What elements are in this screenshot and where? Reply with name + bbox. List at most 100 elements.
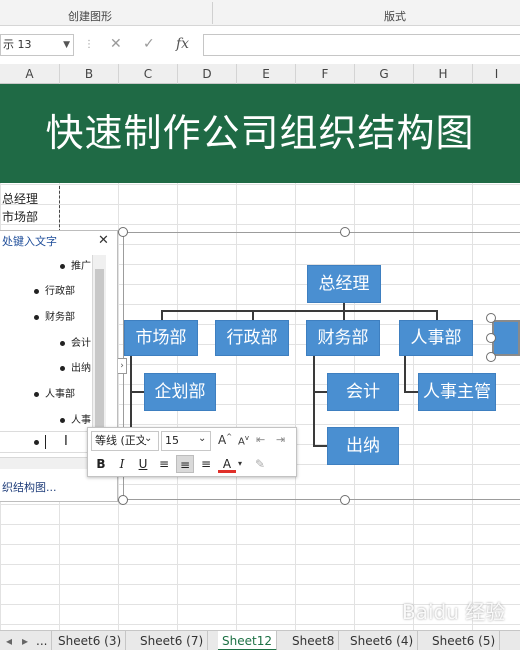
text-pane-item[interactable]: 行政部 (34, 282, 75, 297)
text-caret (45, 435, 46, 449)
cancel-icon[interactable]: ✕ (110, 36, 122, 52)
resize-handle-top[interactable] (340, 227, 350, 237)
chevron-down-icon[interactable]: ▼ (63, 35, 70, 55)
connector-admin (252, 310, 254, 320)
org-node-new-selected[interactable] (492, 320, 520, 356)
org-node-marketing[interactable]: 市场部 (124, 320, 198, 356)
connector-finance-branch (313, 356, 315, 446)
column-header-i[interactable]: I (472, 64, 520, 84)
connector-cashier (313, 445, 327, 447)
baidu-watermark: Baidu 经验 (402, 600, 506, 624)
format-painter-icon[interactable]: ✎ (251, 455, 269, 473)
tab-nav-more[interactable]: ... (32, 631, 53, 650)
connector-accounting (313, 391, 327, 393)
tab-sheet6-4[interactable]: Sheet6 (4) (346, 631, 419, 650)
text-pane-title: 处键入文字 (2, 235, 57, 248)
bullet-icon (34, 288, 39, 294)
org-node-accounting[interactable]: 会计 (327, 373, 399, 411)
bullet-icon (60, 365, 65, 371)
chevron-down-icon[interactable]: ⌄ (144, 433, 153, 444)
font-color-button[interactable]: A (218, 455, 236, 473)
mini-format-toolbar: 等线 (正文 ⌄ 15 ⌄ A^ Av ⇤ ⇥ B I U ≡ ≡ ≡ A ▾ … (87, 427, 297, 477)
italic-button[interactable]: I (113, 455, 131, 473)
text-pane-item[interactable]: 人事部 (34, 385, 75, 400)
org-node-finance[interactable]: 财务部 (306, 320, 380, 356)
org-node-hr[interactable]: 人事部 (399, 320, 473, 356)
ribbon-strip: 创建图形 版式 (0, 0, 520, 26)
ribbon-group-layout[interactable]: 版式 (384, 8, 406, 24)
org-node-cashier[interactable]: 出纳 (327, 427, 399, 465)
node-handle-mid[interactable] (486, 333, 496, 343)
ibeam-cursor-icon: Ⅰ (64, 434, 68, 449)
tab-sheet6-3[interactable]: Sheet6 (3) (54, 631, 127, 650)
bullet-icon (60, 340, 65, 346)
formula-input[interactable] (203, 34, 520, 56)
resize-handle-bottom-left[interactable] (118, 495, 128, 505)
connector-hr-branch (404, 356, 406, 392)
column-header-h[interactable]: H (413, 64, 472, 84)
more-options-icon: ⋮ (84, 39, 94, 50)
text-pane-link[interactable]: 织结构图... (2, 479, 57, 495)
cell-a-general-manager[interactable]: 总经理 (2, 190, 38, 207)
connector-hr (436, 310, 438, 320)
org-node-general-manager[interactable]: 总经理 (307, 265, 381, 303)
connector-market-branch (130, 356, 132, 434)
align-left-icon[interactable]: ≡ (155, 455, 173, 473)
ribbon-group-create-graphic[interactable]: 创建图形 (68, 8, 112, 24)
text-pane-item[interactable]: 人事 (60, 411, 91, 426)
align-center-icon[interactable]: ≡ (176, 455, 194, 473)
connector-planning (130, 391, 144, 393)
decrease-indent-icon[interactable]: ⇤ (256, 433, 265, 446)
org-node-admin[interactable]: 行政部 (215, 320, 289, 356)
text-pane-item[interactable]: 推广 (60, 257, 91, 272)
tab-sheet8[interactable]: Sheet8 (288, 631, 340, 650)
align-right-icon[interactable]: ≡ (197, 455, 215, 473)
resize-handle-bottom[interactable] (340, 495, 350, 505)
org-node-hr-manager[interactable]: 人事主管 (418, 373, 496, 411)
column-header-g[interactable]: G (354, 64, 413, 84)
shrink-font-icon[interactable]: Av (238, 434, 249, 447)
column-header-c[interactable]: C (118, 64, 177, 84)
resize-handle-top-left[interactable] (118, 227, 128, 237)
tab-sheet6-7[interactable]: Sheet6 (7) (136, 631, 209, 650)
text-pane-item[interactable]: 出纳 (60, 359, 91, 374)
title-banner: 快速制作公司组织结构图 (0, 84, 520, 183)
chevron-down-icon[interactable]: ▾ (238, 459, 242, 468)
tab-scroll-right-icon[interactable]: ▸ (18, 631, 32, 650)
text-pane-active-row[interactable]: Ⅰ (0, 431, 92, 453)
node-handle-bottom[interactable] (486, 352, 496, 362)
text-pane-item[interactable]: 财务部 (34, 308, 75, 323)
node-handle-top[interactable] (486, 313, 496, 323)
scrollbar-thumb[interactable] (95, 269, 104, 449)
expand-text-pane-icon[interactable]: › (117, 358, 127, 374)
tab-sheet6-5[interactable]: Sheet6 (5) (428, 631, 501, 650)
increase-indent-icon[interactable]: ⇥ (276, 433, 285, 446)
text-pane-item[interactable]: 会计 (60, 334, 91, 349)
bullet-icon (60, 417, 65, 423)
column-header-d[interactable]: D (177, 64, 236, 84)
close-icon[interactable]: ✕ (98, 233, 109, 248)
enter-check-icon[interactable]: ✓ (143, 36, 155, 52)
name-box[interactable]: 示 13 ▼ (0, 34, 74, 56)
formula-bar: 示 13 ▼ ⋮ ✕ ✓ fx (0, 32, 520, 58)
underline-button[interactable]: U (134, 455, 152, 473)
bullet-icon (34, 314, 39, 320)
bold-button[interactable]: B (92, 455, 110, 473)
column-header-a[interactable]: A (0, 64, 59, 84)
insert-function-icon[interactable]: fx (176, 36, 189, 52)
bullet-icon (60, 263, 65, 269)
ribbon-divider (212, 2, 213, 24)
cell-a-marketing[interactable]: 市场部 (2, 208, 38, 225)
column-header-f[interactable]: F (295, 64, 354, 84)
org-node-planning[interactable]: 企划部 (144, 373, 216, 411)
column-headers: A B C D E F G H I (0, 64, 520, 84)
chevron-down-icon[interactable]: ⌄ (198, 433, 207, 444)
grow-font-icon[interactable]: A^ (218, 433, 232, 447)
connector-hr-manager (404, 391, 418, 393)
column-header-b[interactable]: B (59, 64, 118, 84)
tab-sheet12[interactable]: Sheet12 (218, 631, 277, 650)
connector-finance (343, 310, 345, 320)
column-header-e[interactable]: E (236, 64, 295, 84)
tab-scroll-left-icon[interactable]: ◂ (2, 631, 16, 650)
connector-level1-bar (161, 310, 438, 312)
